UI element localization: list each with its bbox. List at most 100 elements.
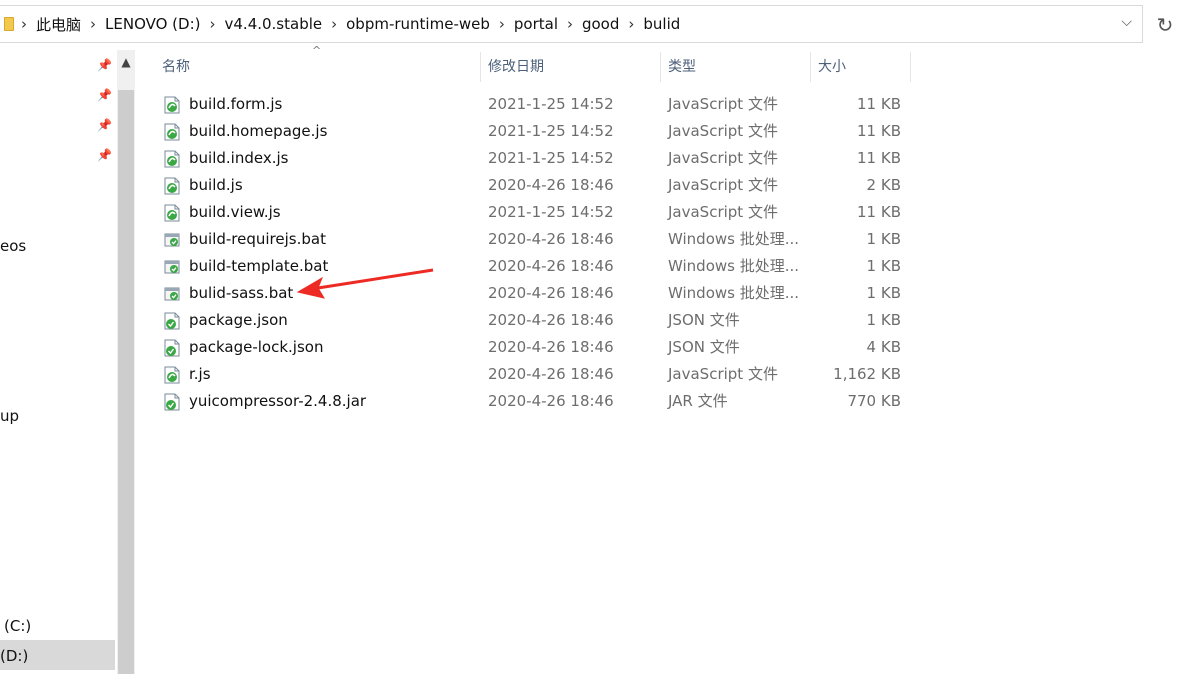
column-divider[interactable] <box>480 52 481 82</box>
nav-item-backup[interactable]: up <box>0 407 19 425</box>
nav-item-videos[interactable]: eos <box>0 237 26 255</box>
file-row-build-template-bat[interactable]: build-template.bat 2020-4-26 18:46 Windows… <box>160 253 912 280</box>
javascript-file-icon <box>164 366 180 384</box>
file-name: build.index.js <box>189 149 289 167</box>
chevron-right-icon[interactable]: › <box>83 15 103 33</box>
file-name: build-requirejs.bat <box>189 230 326 248</box>
file-type: JavaScript 文件 <box>668 95 778 113</box>
file-date: 2020-4-26 18:46 <box>488 338 614 356</box>
nav-item-drive-c[interactable]: (C:) <box>4 617 31 635</box>
file-row-build-index-js[interactable]: build.index.js 2021-1-25 14:52 JavaScript … <box>160 145 912 172</box>
javascript-file-icon <box>164 150 180 168</box>
breadcrumb-item-version[interactable]: v4.4.0.stable <box>223 15 325 33</box>
column-header-date[interactable]: 修改日期 <box>488 52 660 82</box>
file-name: build.homepage.js <box>189 122 328 140</box>
file-type: JavaScript 文件 <box>668 203 778 221</box>
scroll-up-icon[interactable]: ▲ <box>119 52 133 72</box>
file-size: 1 KB <box>866 230 901 248</box>
chevron-right-icon[interactable]: › <box>492 15 512 33</box>
pin-icon[interactable]: 📌 <box>97 148 112 162</box>
pin-icon[interactable]: 📌 <box>97 58 112 72</box>
chevron-right-icon[interactable]: › <box>14 15 34 33</box>
breadcrumb-item-portal[interactable]: portal <box>512 15 560 33</box>
file-row-bulid-sass-bat[interactable]: bulid-sass.bat 2020-4-26 18:46 Windows 批处理… <box>160 280 912 307</box>
file-type: Windows 批处理... <box>668 257 800 275</box>
file-date: 2021-1-25 14:52 <box>488 95 614 113</box>
file-date: 2021-1-25 14:52 <box>488 122 614 140</box>
file-type: JavaScript 文件 <box>668 176 778 194</box>
file-size: 1,162 KB <box>833 365 901 383</box>
nav-item-drive-d[interactable]: (D:) <box>0 647 28 665</box>
file-name: r.js <box>189 365 211 383</box>
file-name: build-template.bat <box>189 257 329 275</box>
file-size: 4 KB <box>866 338 901 356</box>
file-size: 11 KB <box>857 203 901 221</box>
chevron-right-icon[interactable]: › <box>621 15 641 33</box>
refresh-icon[interactable]: ↻ <box>1150 7 1180 43</box>
file-row-package-lock-json[interactable]: package-lock.json 2020-4-26 18:46 JSON 文件 4… <box>160 334 912 361</box>
chevron-right-icon[interactable]: › <box>324 15 344 33</box>
batch-file-icon <box>164 287 180 301</box>
file-row-package-json[interactable]: package.json 2020-4-26 18:46 JSON 文件 1 KB <box>160 307 912 334</box>
file-date: 2020-4-26 18:46 <box>488 365 614 383</box>
nav-scrollbar[interactable]: ▲ <box>117 50 135 674</box>
file-row-build-view-js[interactable]: build.view.js 2021-1-25 14:52 JavaScript 文… <box>160 199 912 226</box>
file-name: bulid-sass.bat <box>189 284 294 302</box>
chevron-right-icon[interactable]: › <box>203 15 223 33</box>
column-divider[interactable] <box>910 52 911 82</box>
file-size: 11 KB <box>857 95 901 113</box>
file-icon <box>164 339 180 357</box>
file-name: build.form.js <box>189 95 283 113</box>
file-row-build-homepage-js[interactable]: build.homepage.js 2021-1-25 14:52 JavaScri… <box>160 118 912 145</box>
file-type: JSON 文件 <box>668 338 740 356</box>
file-name: package-lock.json <box>189 338 324 356</box>
file-size: 1 KB <box>866 257 901 275</box>
file-row-r-js[interactable]: r.js 2020-4-26 18:46 JavaScript 文件 1,162 KB <box>160 361 912 388</box>
breadcrumb-item-drive[interactable]: LENOVO (D:) <box>103 15 202 33</box>
javascript-file-icon <box>164 96 180 114</box>
folder-icon <box>4 17 14 31</box>
breadcrumb-item-runtime[interactable]: obpm-runtime-web <box>344 15 492 33</box>
pin-icon[interactable]: 📌 <box>97 88 112 102</box>
breadcrumb-item-bulid[interactable]: bulid <box>641 15 682 33</box>
file-size: 1 KB <box>866 311 901 329</box>
column-divider[interactable] <box>810 52 811 82</box>
file-date: 2020-4-26 18:46 <box>488 392 614 410</box>
file-date: 2020-4-26 18:46 <box>488 311 614 329</box>
chevron-down-icon[interactable]: ⌵ <box>1121 14 1132 30</box>
scrollbar-thumb[interactable] <box>118 90 134 674</box>
navigation-pane: 📌 📌 📌 📌 eos up (C:) (D:) <box>0 50 117 674</box>
batch-file-icon <box>164 233 180 247</box>
breadcrumb: › 此电脑 › LENOVO (D:) › v4.4.0.stable › ob… <box>0 6 682 42</box>
column-header-name[interactable]: 名称 <box>162 52 480 82</box>
pin-icon[interactable]: 📌 <box>97 118 112 132</box>
breadcrumb-item-good[interactable]: good <box>580 15 621 33</box>
file-name: build.view.js <box>189 203 281 221</box>
file-name: yuicompressor-2.4.8.jar <box>189 392 367 410</box>
file-date: 2020-4-26 18:46 <box>488 176 614 194</box>
chevron-right-icon[interactable]: › <box>560 15 580 33</box>
file-row-build-requirejs-bat[interactable]: build-requirejs.bat 2020-4-26 18:46 Window… <box>160 226 912 253</box>
file-type: JavaScript 文件 <box>668 149 778 167</box>
file-row-build-form-js[interactable]: build.form.js 2021-1-25 14:52 JavaScript 文… <box>160 91 912 118</box>
file-row-build-js[interactable]: build.js 2020-4-26 18:46 JavaScript 文件 2 KB <box>160 172 912 199</box>
batch-file-icon <box>164 260 180 274</box>
address-bar[interactable]: › 此电脑 › LENOVO (D:) › v4.4.0.stable › ob… <box>0 5 1143 43</box>
column-header-size[interactable]: 大小 <box>818 52 910 82</box>
file-date: 2021-1-25 14:52 <box>488 149 614 167</box>
breadcrumb-item-this-pc[interactable]: 此电脑 <box>34 14 83 35</box>
file-date: 2021-1-25 14:52 <box>488 203 614 221</box>
file-size: 1 KB <box>866 284 901 302</box>
column-divider[interactable] <box>660 52 661 82</box>
file-size: 2 KB <box>866 176 901 194</box>
file-size: 770 KB <box>847 392 901 410</box>
file-type: JavaScript 文件 <box>668 365 778 383</box>
file-icon <box>164 393 180 411</box>
file-row-yuicompressor-2-4-8-jar[interactable]: yuicompressor-2.4.8.jar 2020-4-26 18:46 JA… <box>160 388 912 415</box>
file-icon <box>164 312 180 330</box>
column-header-type[interactable]: 类型 <box>668 52 810 82</box>
address-bar-area: › 此电脑 › LENOVO (D:) › v4.4.0.stable › ob… <box>0 0 1186 50</box>
file-date: 2020-4-26 18:46 <box>488 284 614 302</box>
file-type: JavaScript 文件 <box>668 122 778 140</box>
file-size: 11 KB <box>857 149 901 167</box>
